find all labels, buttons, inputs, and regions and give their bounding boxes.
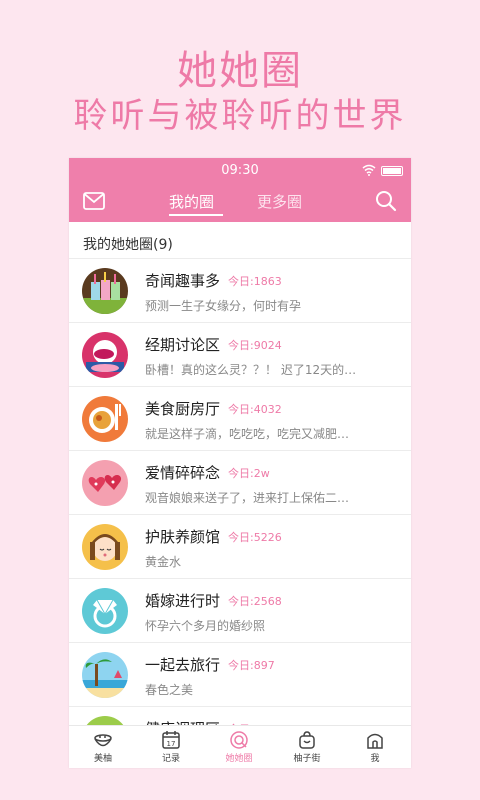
circle-list-item[interactable]: 婚嫁进行时 今日:2568 怀孕六个多月的婚纱照 (69, 578, 411, 642)
circle-today-count: 今日:4032 (228, 403, 282, 416)
circle-title: 婚嫁进行时 (145, 592, 221, 610)
promo-subtitle: 聆听与被聆听的世界 (73, 96, 407, 136)
status-time: 09:30 (221, 163, 259, 178)
circle-list-item[interactable]: 爱情碎碎念 今日:2w 观音娘娘来送子了，进来打上保佑二… (69, 450, 411, 514)
tab-more-circles[interactable]: 更多圈 (257, 191, 302, 212)
nav-label: 我 (370, 754, 380, 764)
profile-icon (367, 733, 383, 749)
circle-title: 美食厨房厅 (145, 400, 221, 418)
drinks-icon (82, 268, 128, 314)
circle-latest-post: 观音娘娘来送子了，进来打上保佑二… (145, 491, 350, 505)
circle-list-item[interactable]: 经期讨论区 今日:9024 卧槽！真的这么灵？？！ 迟了12天的… (69, 322, 411, 386)
circle-list-item[interactable]: 美食厨房厅 今日:4032 就是这样子滴，吃吃吃，吃完又减肥… (69, 386, 411, 450)
nav-item-meiyou[interactable]: 美柚 (69, 730, 137, 764)
nav-label: 柚子街 (293, 754, 321, 764)
phone-screen: 09:30 我的圈 更多圈 我的她她圈(9) 奇闻趣事多 今日:1863 预测一… (69, 158, 411, 768)
circle-list: 奇闻趣事多 今日:1863 预测一生子女缘分，何时有孕 经期讨论区 今日:902… (69, 258, 411, 768)
ring-icon (82, 588, 128, 634)
circle-today-count: 今日:2w (228, 467, 270, 480)
circle-latest-post: 就是这样子滴，吃吃吃，吃完又减肥… (145, 427, 350, 441)
circle-today-count: 今日:1863 (228, 275, 282, 288)
circle-list-item[interactable]: 奇闻趣事多 今日:1863 预测一生子女缘分，何时有孕 (69, 258, 411, 322)
nav-item-tatacircle[interactable]: 她她圈 (205, 730, 273, 764)
circle-today-count: 今日:2568 (228, 595, 282, 608)
active-tab-indicator (169, 214, 223, 216)
circle-title: 护肤养颜馆 (145, 528, 221, 546)
nav-label: 她她圈 (225, 754, 253, 764)
search-icon[interactable] (375, 190, 397, 212)
tab-my-circles[interactable]: 我的圈 (169, 191, 214, 212)
circle-latest-post: 卧槽！真的这么灵？？！ 迟了12天的… (145, 363, 357, 377)
circle-list-item[interactable]: 护肤养颜馆 今日:5226 黄金水 (69, 514, 411, 578)
girl-icon (82, 524, 128, 570)
circle-today-count: 今日:9024 (228, 339, 282, 352)
circle-latest-post: 黄金水 (145, 555, 182, 569)
bag-icon (299, 731, 315, 749)
circle-latest-post: 怀孕六个多月的婚纱照 (145, 619, 266, 633)
hearts-icon (82, 460, 128, 506)
status-bar: 09:30 (69, 158, 411, 184)
circle-title: 一起去旅行 (145, 656, 221, 674)
circle-list-item[interactable]: 一起去旅行 今日:897 春色之美 (69, 642, 411, 706)
section-title: 我的她她圈(9) (83, 237, 173, 253)
circle-latest-post: 预测一生子女缘分，何时有孕 (145, 299, 302, 313)
circle-today-count: 今日:5226 (228, 531, 282, 544)
food-icon (82, 396, 128, 442)
bottom-navigation: 美柚 17 记录 她她圈 柚子街 我 (69, 725, 411, 768)
mail-icon[interactable] (83, 192, 105, 210)
nav-label: 美柚 (93, 754, 112, 764)
nav-label: 记录 (161, 754, 180, 764)
circle-title: 奇闻趣事多 (145, 272, 221, 290)
nav-item-me[interactable]: 我 (341, 730, 409, 764)
wifi-icon (362, 164, 376, 176)
lips-icon (82, 332, 128, 378)
battery-icon (381, 166, 403, 176)
circle-icon (230, 731, 248, 749)
beach-icon (82, 652, 128, 698)
circle-today-count: 今日:897 (228, 659, 275, 672)
nav-item-record[interactable]: 17 记录 (137, 730, 205, 764)
circle-latest-post: 春色之美 (145, 683, 194, 697)
nav-item-youzijie[interactable]: 柚子街 (273, 730, 341, 764)
svg-text:17: 17 (167, 740, 176, 748)
circle-title: 爱情碎碎念 (145, 464, 221, 482)
calendar-icon: 17 (162, 731, 180, 749)
circle-title: 经期讨论区 (145, 336, 221, 354)
top-bar: 09:30 我的圈 更多圈 (69, 158, 411, 222)
bowl-icon (94, 734, 112, 747)
